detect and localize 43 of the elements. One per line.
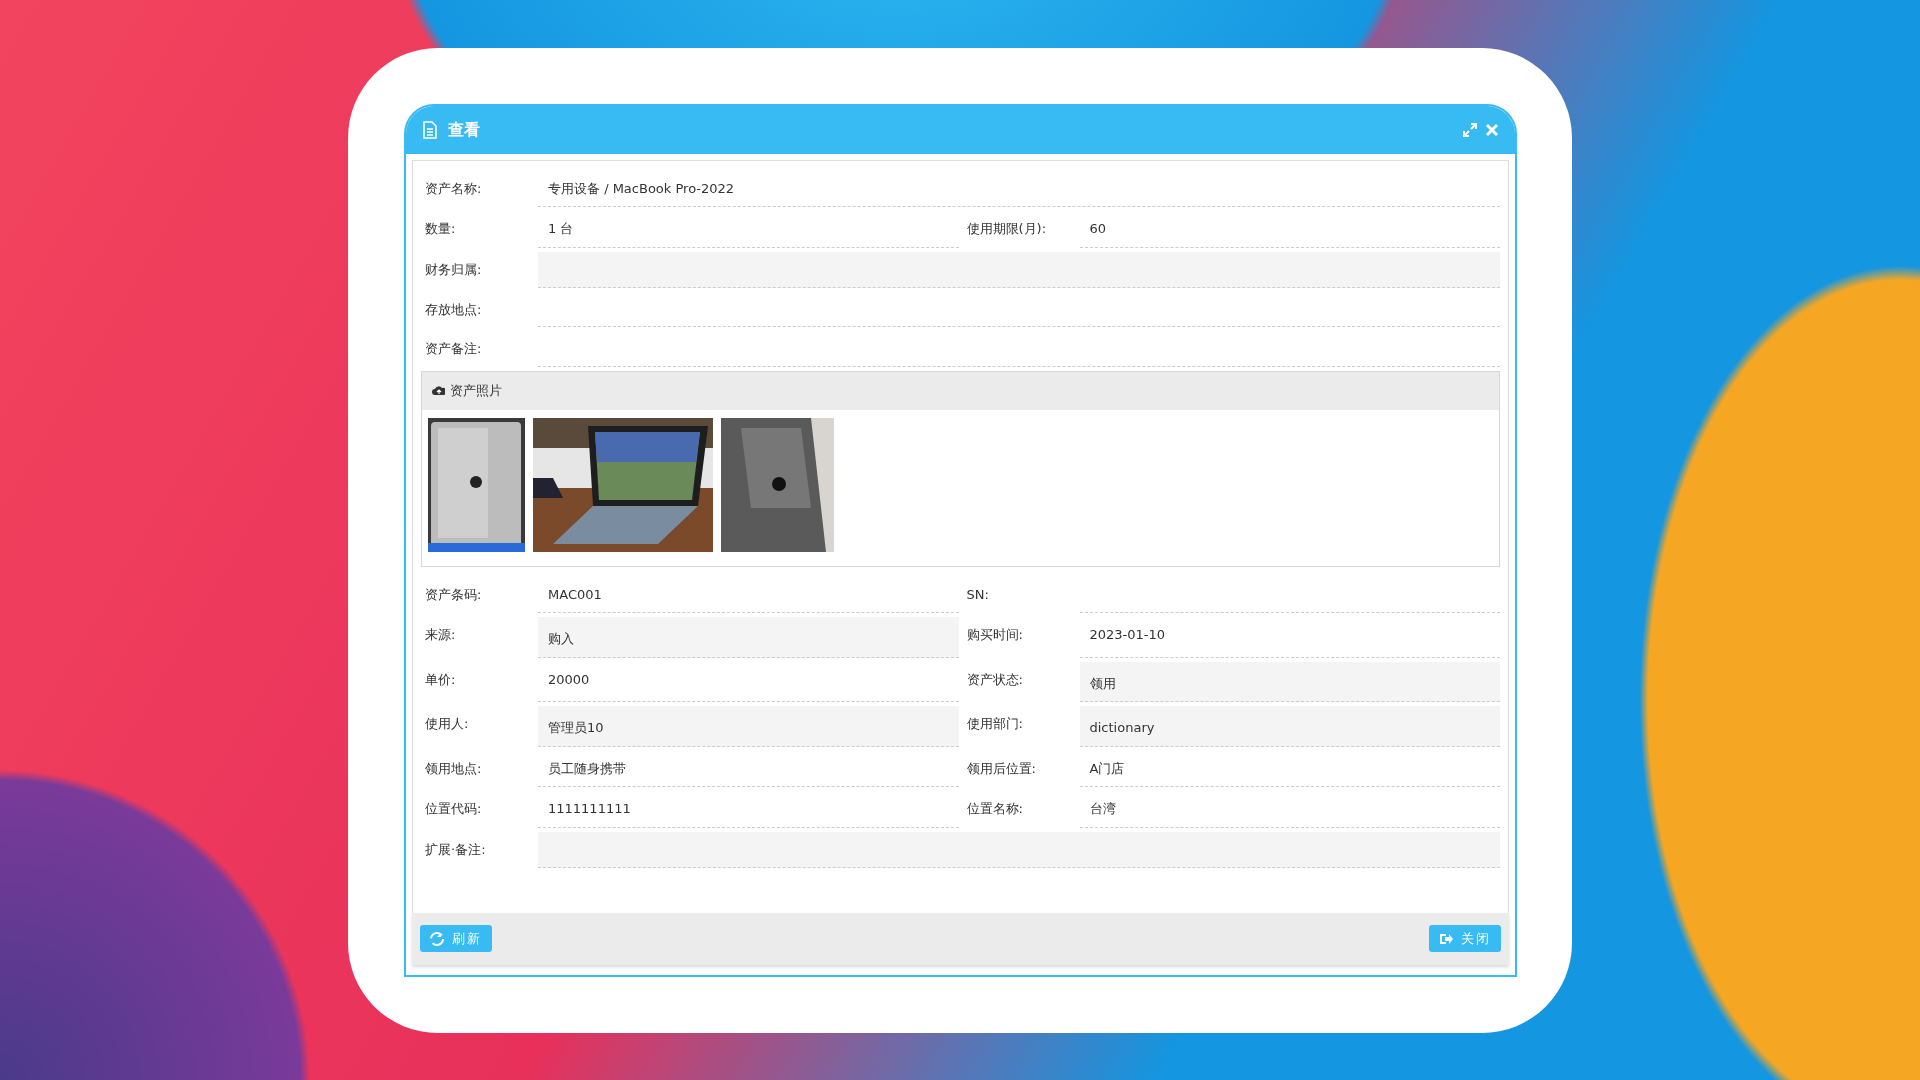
expand-icon[interactable] xyxy=(1463,122,1477,137)
field-label: 单价: xyxy=(424,670,457,689)
field-label: 资产名称: xyxy=(424,179,483,198)
field-label: 使用期限(月): xyxy=(965,220,1048,238)
field-label: 使用人: xyxy=(424,715,470,733)
field-label: 来源: xyxy=(424,626,457,644)
field-label: 扩展·备注: xyxy=(424,840,487,859)
field-value: 员工随身携带 xyxy=(538,750,959,787)
field-label: 资产条码: xyxy=(424,585,483,604)
field-value: 60 xyxy=(1079,211,1500,248)
field-label: 存放地点: xyxy=(424,300,483,319)
field-value: MAC001 xyxy=(538,576,959,613)
field-value: 管理员10 xyxy=(538,706,959,747)
field-value: 1111111111 xyxy=(538,791,959,828)
field-label: 资产状态: xyxy=(965,670,1024,689)
field-label: 使用部门: xyxy=(965,715,1024,733)
field-value: 专用设备 / MacBook Pro-2022 xyxy=(538,170,1500,207)
field-value: dictionary xyxy=(1079,706,1500,747)
close-icon[interactable] xyxy=(1485,122,1499,137)
field-label: 领用后位置: xyxy=(965,759,1037,778)
field-label: 位置代码: xyxy=(424,800,483,818)
field-value: A门店 xyxy=(1079,750,1500,787)
field-value: 领用 xyxy=(1079,661,1500,702)
field-value: 台湾 xyxy=(1079,791,1500,828)
field-label: SN: xyxy=(965,585,990,604)
refresh-icon xyxy=(430,931,444,946)
field-label: 领用地点: xyxy=(424,759,483,778)
field-label: 资产备注: xyxy=(424,340,483,358)
exit-icon xyxy=(1439,931,1453,946)
panel-title: 资产照片 xyxy=(450,381,502,400)
footer-button[interactable]: 刷新 xyxy=(420,924,492,953)
document-icon xyxy=(422,120,438,139)
field-label: 位置名称: xyxy=(965,800,1024,818)
dialog-title: 查看 xyxy=(448,118,480,141)
field-label: 购买时间: xyxy=(965,626,1024,644)
cloud-icon xyxy=(432,385,445,396)
field-value: 购入 xyxy=(538,617,959,658)
field-label: 财务归属: xyxy=(424,260,483,279)
field-value: 20000 xyxy=(538,661,959,702)
field-value: 1 台 xyxy=(538,211,959,248)
footer-button[interactable]: 关闭 xyxy=(1429,924,1501,953)
field-value: 2023-01-10 xyxy=(1079,617,1500,658)
field-label: 数量: xyxy=(424,220,457,238)
